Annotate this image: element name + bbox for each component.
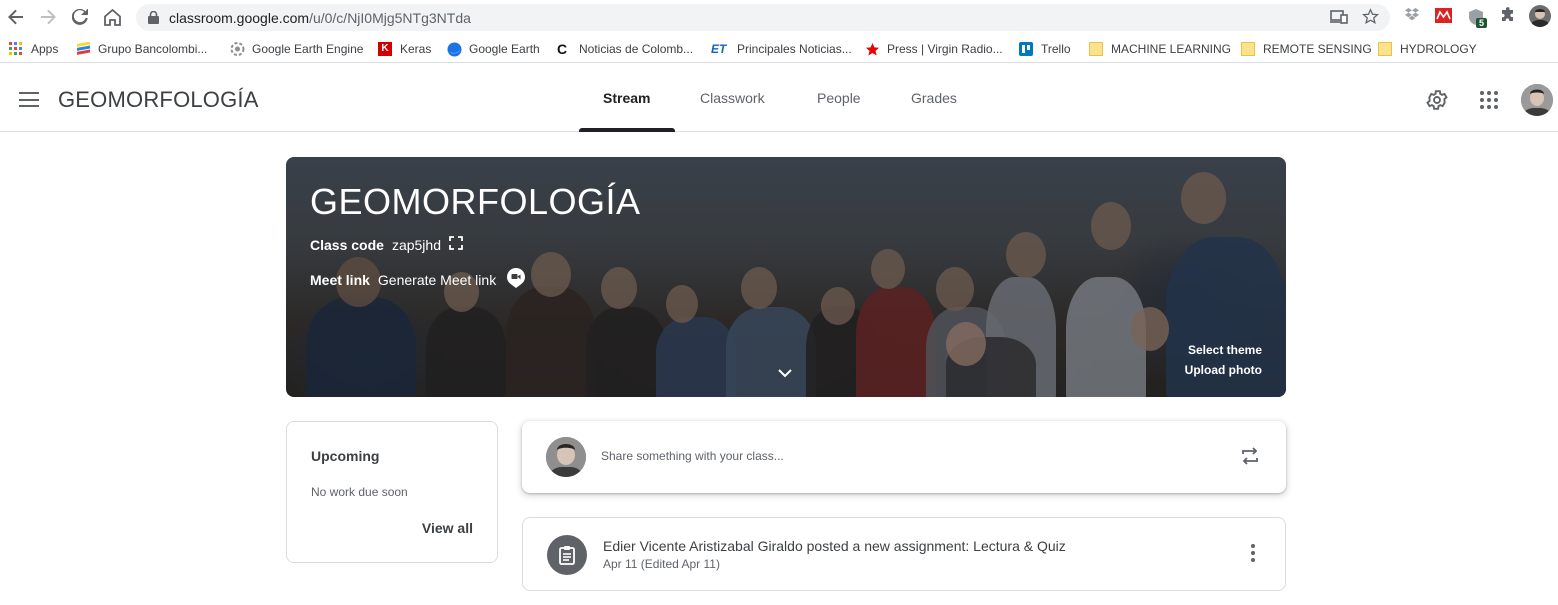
address-bar[interactable]: classroom.google.com/u/0/c/NjI0Mjg5NTg3N…: [136, 4, 1390, 31]
class-banner: GEOMORFOLOGÍA Class code zap5jhd Meet li…: [286, 157, 1286, 397]
share-placeholder[interactable]: Share something with your class...: [601, 449, 784, 463]
reload-icon[interactable]: [69, 6, 91, 28]
meet-link-row: Meet link Generate Meet link: [310, 267, 526, 292]
bookmark-google-earth[interactable]: Google Earth: [447, 40, 540, 58]
select-theme-link[interactable]: Select theme: [1188, 343, 1262, 357]
home-icon[interactable]: [101, 6, 123, 28]
active-tab-indicator: [579, 128, 675, 132]
tab-stream[interactable]: Stream: [603, 90, 650, 106]
class-code-label: Class code: [310, 236, 384, 253]
browser-toolbar: classroom.google.com/u/0/c/NjI0Mjg5NTg3N…: [0, 0, 1558, 35]
bookmark-keras[interactable]: K Keras: [378, 40, 431, 58]
bookmark-earth-engine[interactable]: Google Earth Engine: [230, 40, 363, 58]
folder-icon: [1089, 42, 1103, 56]
apps-grid-icon: [9, 42, 23, 56]
puzzle-extensions-icon[interactable]: [1500, 7, 1516, 28]
shield-extension-icon[interactable]: 5: [1468, 8, 1488, 31]
google-earth-icon: [447, 42, 462, 57]
folder-icon: [1378, 42, 1392, 56]
keras-icon: K: [378, 42, 392, 56]
bookmark-trello[interactable]: Trello: [1019, 40, 1071, 58]
folder-icon: [1241, 42, 1255, 56]
bookmarks-bar: Apps Grupo Bancolombi... Google Earth En…: [0, 35, 1558, 63]
bookmark-folder-machine-learning[interactable]: MACHINE LEARNING: [1089, 40, 1231, 58]
banner-class-title: GEOMORFOLOGÍA: [310, 181, 641, 222]
bookmark-apps[interactable]: Apps: [9, 40, 58, 58]
tab-classwork[interactable]: Classwork: [700, 90, 765, 106]
tab-people[interactable]: People: [817, 90, 861, 106]
upcoming-title: Upcoming: [311, 448, 380, 464]
bookmark-folder-remote-sensing[interactable]: REMOTE SENSING: [1241, 40, 1372, 58]
account-avatar[interactable]: [1521, 84, 1553, 116]
classroom-header: GEOMORFOLOGÍA Stream Classwork People Gr…: [0, 68, 1558, 132]
url-text: classroom.google.com/u/0/c/NjI0Mjg5NTg3N…: [169, 10, 471, 26]
post-title[interactable]: Edier Vicente Aristizabal Giraldo posted…: [603, 538, 1066, 554]
bookmark-et[interactable]: ET Principales Noticias...: [711, 40, 852, 58]
forward-arrow-icon[interactable]: [37, 6, 59, 28]
post-date: Apr 11 (Edited Apr 11): [603, 557, 720, 571]
back-arrow-icon[interactable]: [5, 6, 27, 28]
google-apps-icon[interactable]: [1477, 88, 1501, 112]
tab-grades[interactable]: Grades: [911, 90, 957, 106]
bancolombia-icon: [76, 41, 90, 56]
fullscreen-icon[interactable]: [449, 236, 463, 253]
bookmark-noticias[interactable]: C Noticias de Colomb...: [557, 40, 693, 58]
settings-gear-icon[interactable]: [1425, 88, 1449, 112]
bookmark-bancolombia[interactable]: Grupo Bancolombi...: [76, 40, 207, 58]
class-code-row: Class code zap5jhd: [310, 236, 463, 253]
bookmark-virgin-radio[interactable]: Press | Virgin Radio...: [865, 40, 1003, 58]
bookmark-folder-hydrology[interactable]: HYDROLOGY: [1378, 40, 1477, 58]
generate-meet-link[interactable]: Generate Meet link: [378, 272, 496, 288]
star-icon: [865, 42, 880, 56]
trello-icon: [1019, 42, 1033, 56]
meet-video-icon[interactable]: [506, 267, 526, 292]
install-app-icon[interactable]: [1330, 10, 1348, 29]
menu-icon[interactable]: [19, 92, 39, 107]
more-options-icon[interactable]: [1251, 544, 1255, 565]
extension-badge: 5: [1476, 18, 1488, 28]
chevron-down-icon[interactable]: [777, 365, 793, 383]
stream-post[interactable]: Edier Vicente Aristizabal Giraldo posted…: [522, 517, 1286, 591]
noticias-icon: C: [557, 41, 568, 57]
upcoming-empty-text: No work due soon: [311, 485, 408, 499]
view-all-link[interactable]: View all: [422, 520, 473, 536]
repost-icon[interactable]: [1240, 445, 1260, 472]
class-code-value: zap5jhd: [391, 236, 441, 253]
et-icon: ET: [711, 42, 727, 56]
mendeley-extension-icon[interactable]: [1435, 8, 1452, 23]
profile-avatar[interactable]: [1529, 5, 1551, 27]
lock-icon: [148, 10, 159, 29]
earth-engine-icon: [230, 42, 245, 56]
user-avatar: [546, 437, 586, 477]
share-announcement-box[interactable]: Share something with your class...: [522, 421, 1286, 493]
meet-link-label: Meet link: [310, 271, 370, 288]
assignment-icon: [547, 535, 587, 575]
upcoming-card: Upcoming No work due soon View all: [286, 421, 498, 563]
class-title[interactable]: GEOMORFOLOGÍA: [58, 87, 259, 113]
bookmark-star-icon[interactable]: [1362, 8, 1379, 30]
dropbox-extension-icon[interactable]: [1405, 7, 1419, 26]
upload-photo-link[interactable]: Upload photo: [1185, 363, 1262, 377]
